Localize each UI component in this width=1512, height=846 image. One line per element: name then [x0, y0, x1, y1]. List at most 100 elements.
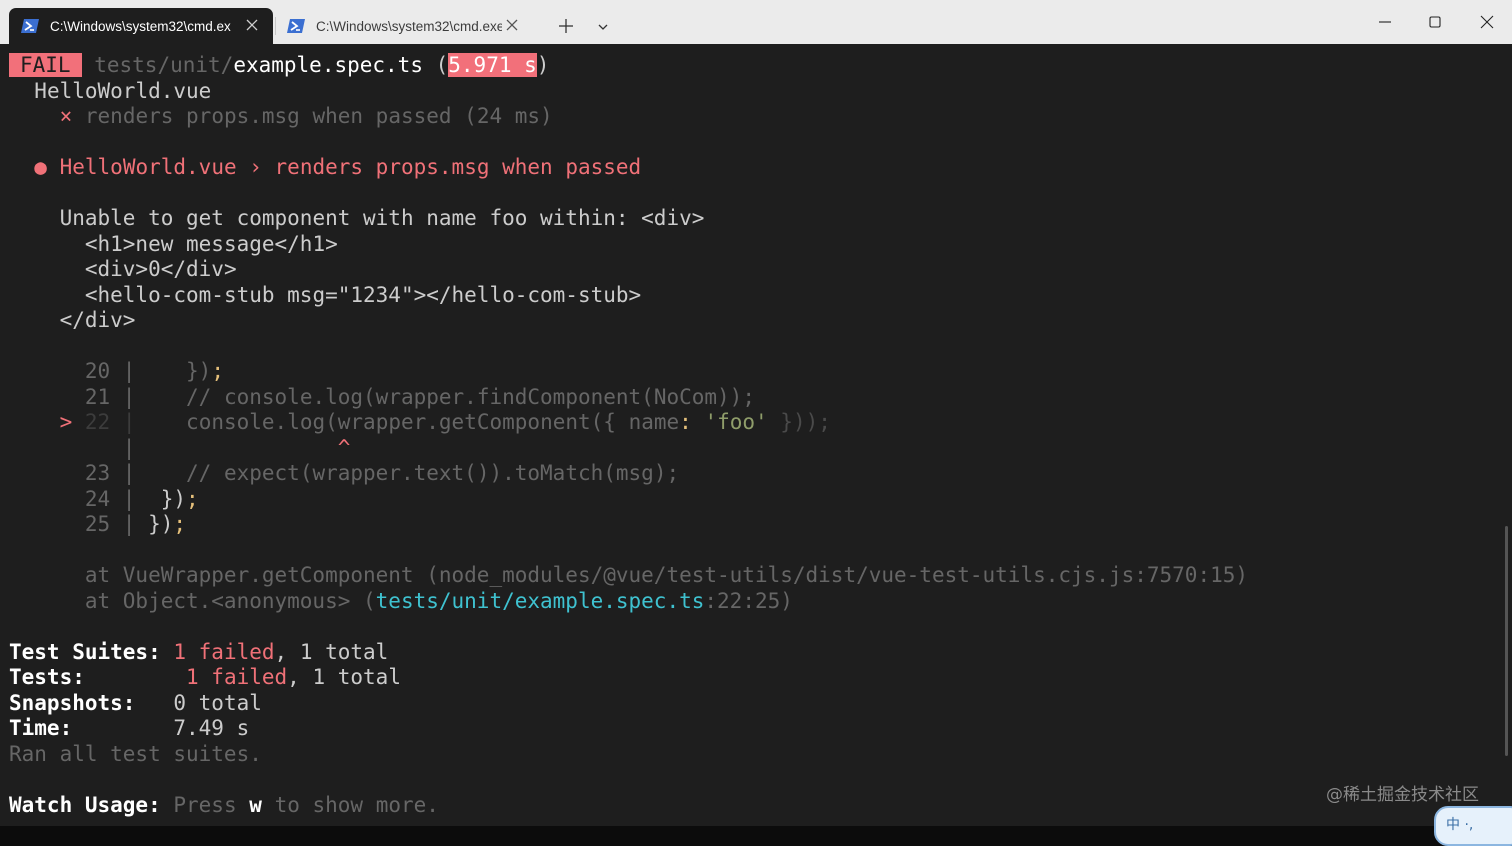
error-title-line: ● HelloWorld.vue › renders props.msg whe… [9, 155, 641, 180]
stack-frame: at Object.<anonymous> (tests/unit/exampl… [9, 589, 793, 614]
watch-press: Press [173, 793, 237, 817]
tab-label: C:\Windows\system32\cmd.exe [316, 18, 502, 34]
stack-frame-text: at VueWrapper.getComponent (node_modules… [84, 563, 1249, 587]
error-message-line: <h1>new message</h1> [9, 232, 338, 257]
plus-icon[interactable] [552, 14, 580, 38]
code-text: }) [148, 512, 174, 536]
test-file-header: FAIL tests/unit/example.spec.ts (5.971 s… [9, 53, 549, 78]
code-text: })); [767, 410, 831, 434]
tab-divider [275, 17, 276, 35]
code-text: }) [135, 487, 187, 511]
error-message-line: <div>0</div> [9, 257, 237, 282]
error-message-text: <h1>new message</h1> [59, 232, 338, 256]
gutter-separator: | [110, 487, 136, 511]
summary-time: Time: 7.49 s [9, 716, 249, 741]
terminal-output[interactable]: FAIL tests/unit/example.spec.ts (5.971 s… [0, 44, 1512, 826]
watch-key: w [249, 793, 262, 817]
chevron-down-icon[interactable] [592, 16, 614, 38]
gutter-separator: | [110, 461, 136, 485]
close-tab-icon[interactable] [505, 18, 519, 32]
error-message-text: <hello-com-stub msg="1234"></hello-com-s… [59, 283, 642, 307]
line-number: 24 [84, 487, 111, 511]
error-message-line: Unable to get component with name foo wi… [9, 206, 705, 231]
code-text: console.log(wrapper.getComponent({ name [135, 410, 680, 434]
error-message-line: <hello-com-stub msg="1234"></hello-com-s… [9, 283, 641, 308]
close-tab-icon[interactable] [245, 18, 259, 32]
time-value: 7.49 s [173, 716, 250, 740]
maximize-icon[interactable] [1414, 8, 1456, 36]
suite-name-line: HelloWorld.vue [9, 79, 211, 104]
stack-frame-location: :22:25) [704, 589, 793, 613]
line-number: 21 [84, 385, 111, 409]
code-semicolon: ; [211, 359, 224, 383]
code-frame-line: 20 | }); [9, 359, 224, 384]
title-bar: C:\Windows\system32\cmd.ex C:\Windows\sy… [0, 0, 1512, 44]
test-file-name: example.spec.ts [233, 53, 423, 77]
summary-label: Time: [9, 716, 73, 740]
snapshots-value: 0 total [173, 691, 262, 715]
summary-suites: Test Suites: 1 failed, 1 total [9, 640, 388, 665]
tab-cmd-active[interactable]: C:\Windows\system32\cmd.ex [9, 8, 273, 44]
summary-tests: Tests: 1 failed, 1 total [9, 665, 401, 690]
close-icon[interactable] [1466, 8, 1508, 36]
stack-frame-link[interactable]: tests/unit/example.spec.ts [376, 589, 705, 613]
code-semicolon: ; [173, 512, 187, 536]
error-title: HelloWorld.vue › renders props.msg when … [59, 155, 642, 179]
stack-frame: at VueWrapper.getComponent (node_modules… [9, 563, 1248, 588]
test-result-line: × renders props.msg when passed (24 ms) [9, 104, 553, 129]
watch-usage-line: Watch Usage: Press w to show more. [9, 793, 439, 818]
code-text: }) [135, 359, 212, 383]
suite-name: HelloWorld.vue [34, 79, 212, 103]
tab-label: C:\Windows\system32\cmd.ex [50, 18, 231, 34]
error-message-text: </div> [59, 308, 136, 332]
error-message-line: </div> [9, 308, 136, 333]
error-line-marker: > [59, 410, 73, 434]
duration-badge: 5.971 s [448, 53, 537, 77]
gutter-separator: | [110, 410, 136, 434]
code-comment: // console.log(wrapper.findComponent(NoC… [135, 385, 755, 409]
scrollbar[interactable] [1505, 526, 1508, 756]
watch-hint: to show more. [274, 793, 439, 817]
bullet-icon: ● [34, 155, 47, 179]
gutter-separator: | [110, 436, 136, 460]
code-colon: : [679, 410, 692, 434]
code-comment: // expect(wrapper.text()).toMatch(msg); [135, 461, 680, 485]
summary-label: Test Suites: [9, 640, 161, 664]
fail-mark-icon: × [59, 104, 73, 128]
total-count: , 1 total [287, 665, 401, 689]
summary-snapshots: Snapshots: 0 total [9, 691, 262, 716]
paren-open: ( [422, 53, 449, 77]
line-number: 25 [84, 512, 111, 536]
powershell-icon [21, 19, 39, 33]
code-frame-line: 25 | }); [9, 512, 186, 537]
test-result-text: renders props.msg when passed (24 ms) [84, 104, 553, 128]
summary-label: Snapshots: [9, 691, 136, 715]
error-message-text: Unable to get component with name foo wi… [59, 206, 705, 230]
failed-count: 1 failed [173, 640, 275, 664]
gutter-separator: | [110, 359, 136, 383]
line-number: 23 [84, 461, 111, 485]
minimize-icon[interactable] [1364, 8, 1406, 36]
code-semicolon: ; [186, 487, 199, 511]
code-frame-line: 21 | // console.log(wrapper.findComponen… [9, 385, 755, 410]
code-frame-line-highlighted: > 22 | console.log(wrapper.getComponent(… [9, 410, 831, 435]
gutter-separator: | [110, 512, 136, 536]
failed-count: 1 failed [186, 665, 288, 689]
error-message-text: <div>0</div> [59, 257, 237, 281]
paren-close: ) [536, 53, 550, 77]
ran-all-text: Ran all test suites. [9, 742, 262, 766]
code-string: 'foo' [691, 410, 768, 434]
code-frame-line: 24 | }); [9, 487, 199, 512]
code-frame-caret-line: | ^ [9, 436, 351, 461]
line-number: 20 [84, 359, 111, 383]
watch-label: Watch Usage: [9, 793, 161, 817]
total-count: , 1 total [274, 640, 389, 664]
powershell-icon [287, 19, 305, 33]
tab-cmd[interactable]: C:\Windows\system32\cmd.exe [275, 8, 533, 44]
code-frame-line: 23 | // expect(wrapper.text()).toMatch(m… [9, 461, 679, 486]
summary-label: Tests: [9, 665, 85, 689]
ime-indicator[interactable]: 中 ·, [1434, 806, 1512, 846]
ran-all-line: Ran all test suites. [9, 742, 262, 767]
test-path-prefix: tests/unit/ [94, 53, 234, 77]
caret-marker: ^ [337, 436, 351, 460]
